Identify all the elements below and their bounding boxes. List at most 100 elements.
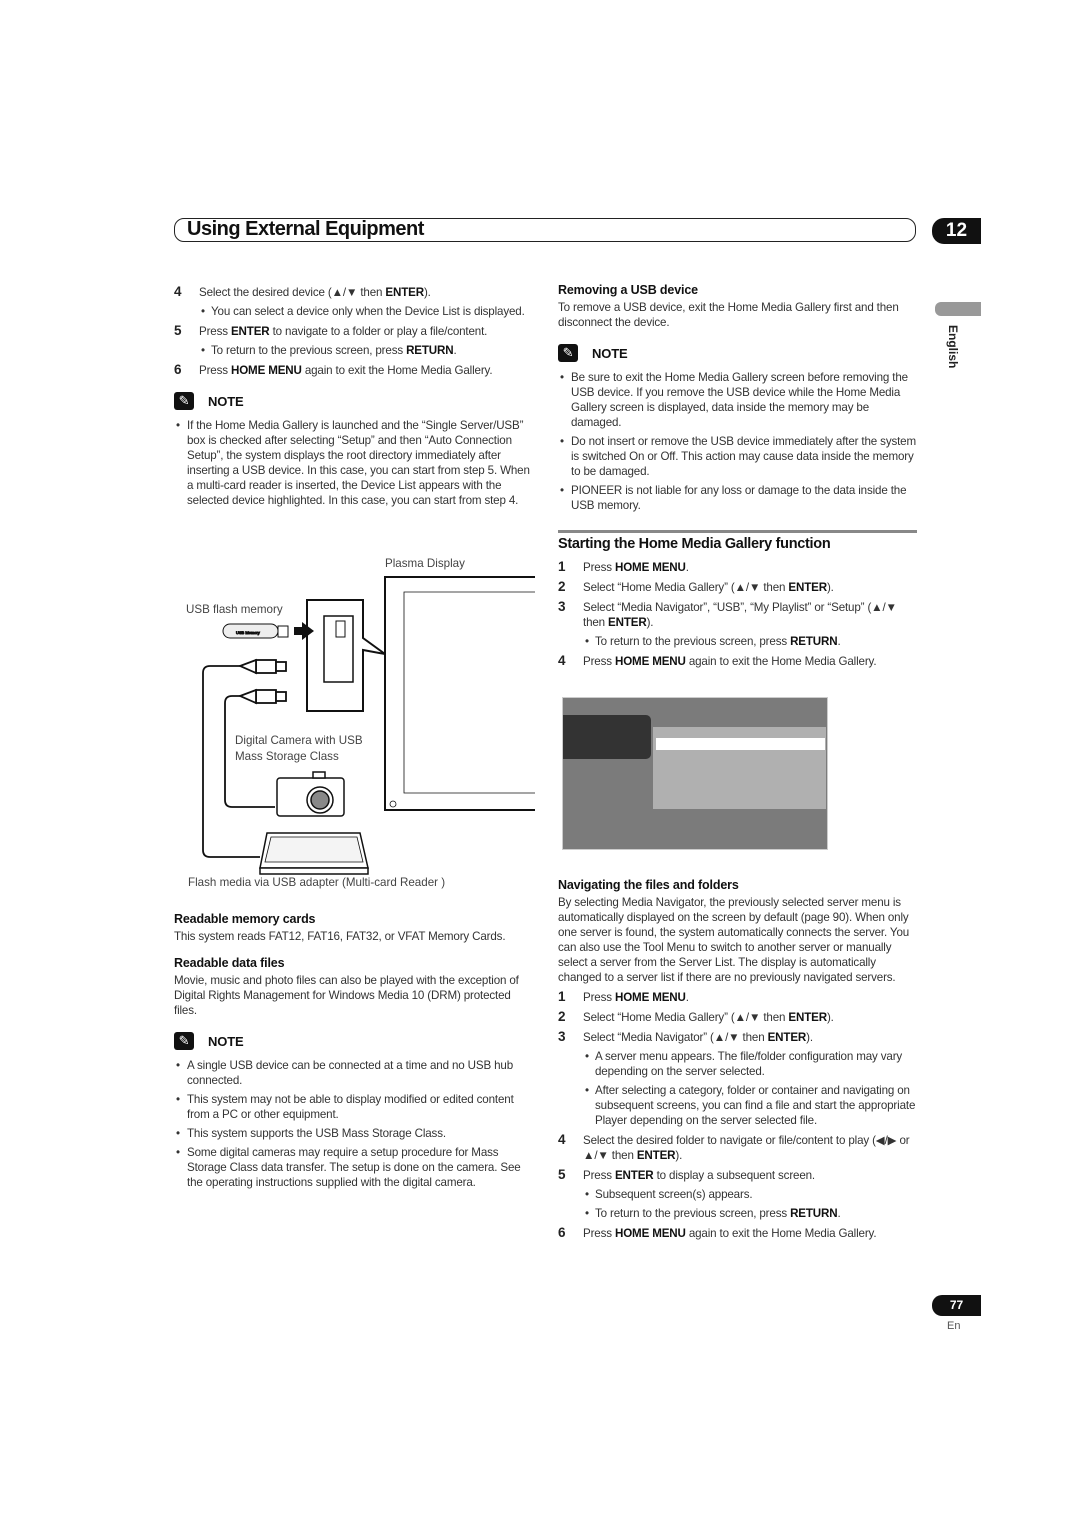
right-column-top: Removing a USB device To remove a USB dev… (558, 271, 918, 517)
bullet-item: After selecting a category, folder or co… (558, 1083, 918, 1128)
step-item: 4 Press HOME MENU again to exit the Home … (558, 653, 918, 669)
chapter-number: 12 (932, 218, 981, 244)
language-label: English (946, 325, 960, 369)
text: To return to the previous screen, press (595, 635, 791, 648)
right-column-bottom: Navigating the files and folders By selec… (558, 866, 918, 1245)
section-divider (558, 530, 917, 533)
text: Select “Media Navigator” (▲/▼ then (583, 1031, 768, 1044)
text: Some digital cameras may require a setup… (187, 1146, 521, 1189)
usb-flash-drive-icon: USB Memory (222, 623, 289, 639)
text: ). (806, 1031, 813, 1044)
subheading: Removing a USB device (558, 283, 918, 298)
text: ). (423, 286, 431, 299)
step-number: 2 (558, 579, 566, 594)
text: Press (583, 1169, 615, 1182)
step-number: 5 (174, 323, 182, 338)
note-pencil-icon: ✎ (174, 1032, 194, 1050)
text: . (837, 635, 841, 648)
key-name: ENTER (614, 1169, 654, 1182)
text: . (453, 344, 457, 357)
step-item: 3 Select “Media Navigator” (▲/▼ then ENTE… (558, 1029, 918, 1045)
usb-memory-stick-label: USB Memory (236, 630, 260, 635)
note-bullet: A single USB device can be connected at … (174, 1058, 535, 1088)
text: If the Home Media Gallery is launched an… (187, 419, 530, 507)
plasma-display-icon (384, 576, 535, 811)
chapter-title: Using External Equipment (187, 218, 424, 240)
key-name: HOME MENU (614, 561, 686, 574)
note-bullet: Some digital cameras may require a setup… (174, 1145, 535, 1190)
note-bullet: Be sure to exit the Home Media Gallery s… (558, 370, 918, 430)
screen-footer-bar (563, 809, 826, 849)
text: again to exit the Home Media Gallery. (301, 364, 493, 377)
key-name: ENTER (767, 1031, 807, 1044)
card-reader-label: Flash media via USB adapter (Multi-card … (188, 876, 446, 889)
note-bullet: Do not insert or remove the USB device i… (558, 434, 918, 479)
left-column-bottom: Readable memory cards This system reads F… (174, 900, 535, 1194)
key-name: HOME MENU (614, 1227, 686, 1240)
note-pencil-icon: ✎ (174, 392, 194, 410)
key-name: ENTER (608, 616, 647, 629)
connection-diagram: Plasma Display USB flash memory Digital … (170, 550, 540, 890)
paragraph: This system reads FAT12, FAT16, FAT32, o… (174, 929, 535, 944)
text: Removing a USB device (558, 283, 698, 297)
key-name: ENTER (788, 1011, 827, 1024)
note-bullet: If the Home Media Gallery is launched an… (174, 418, 535, 508)
step-item: 6 Press HOME MENU again to exit the Home … (558, 1225, 918, 1241)
note-label: NOTE (208, 393, 244, 409)
note-pencil-icon: ✎ (558, 344, 578, 362)
text: Select the desired device (▲/▼ then (199, 286, 386, 299)
text: again to exit the Home Media Gallery. (685, 655, 877, 668)
diagram-illustration: USB Memory (202, 576, 535, 875)
subheading: Readable memory cards (174, 912, 535, 927)
subheading: Readable data files (174, 956, 535, 971)
text: ). (646, 616, 654, 629)
paragraph: Movie, music and photo files can also be… (174, 973, 535, 1018)
note-label: NOTE (208, 1033, 244, 1049)
text: ). (826, 581, 834, 594)
step-item: 5 Press ENTER to display a subsequent scr… (558, 1167, 918, 1183)
text: This system reads FAT12, FAT16, FAT32, o… (174, 930, 506, 943)
text: Press (583, 991, 615, 1004)
text: A single USB device can be connected at … (187, 1059, 513, 1087)
step-number: 1 (558, 989, 566, 1004)
text: This system may not be able to display m… (187, 1093, 514, 1121)
step-number: 1 (558, 559, 566, 574)
page-number: 77 (932, 1295, 981, 1316)
note-label: NOTE (592, 345, 628, 361)
text: again to exit the Home Media Gallery. (685, 1227, 877, 1240)
text: Do not insert or remove the USB device i… (571, 435, 916, 478)
bullet-item: Subsequent screen(s) appears. (558, 1187, 918, 1202)
step-number: 4 (558, 1132, 566, 1147)
section-title: Starting the Home Media Gallery function (558, 536, 831, 552)
key-name: ENTER (385, 286, 424, 299)
text: to display a subsequent screen. (653, 1169, 816, 1182)
text: Press (583, 655, 615, 668)
key-name: ENTER (636, 1149, 676, 1162)
text: To return to the previous screen, press (211, 344, 407, 357)
key-name: HOME MENU (614, 655, 686, 668)
paragraph: By selecting Media Navigator, the previo… (558, 895, 918, 985)
text: To remove a USB device, exit the Home Me… (558, 301, 899, 329)
usb-cable-icon (202, 658, 287, 858)
text: Select the desired folder to navigate or… (583, 1134, 910, 1162)
text: Select “Home Media Gallery” (▲/▼ then (583, 1011, 789, 1024)
step-number: 4 (174, 284, 182, 299)
text: To return to the previous screen, press (595, 1207, 791, 1220)
step-number: 6 (558, 1225, 566, 1240)
text: Subsequent screen(s) appears. (595, 1188, 753, 1201)
step-number: 6 (174, 362, 182, 377)
text: Be sure to exit the Home Media Gallery s… (571, 371, 908, 429)
left-column-top: 4 Select the desired device (▲/▼ then ENT… (174, 280, 535, 512)
text: Readable data files (174, 956, 285, 970)
text: . (685, 561, 689, 574)
text: Navigating the files and folders (558, 878, 739, 892)
usb-port-callout-icon (306, 599, 386, 712)
text: ). (826, 1011, 834, 1024)
right-column-steps: 1 Press HOME MENU. 2 Select “Home Media Gal… (558, 555, 918, 673)
note-bullet: This system supports the USB Mass Storag… (174, 1126, 535, 1141)
note-header: ✎ NOTE (174, 1032, 535, 1050)
home-media-gallery-screen (562, 697, 828, 850)
step-item: 6 Press HOME MENU again to exit the Home … (174, 362, 535, 378)
note-bullet: PIONEER is not liable for any loss or da… (558, 483, 918, 513)
language-code: En (947, 1320, 961, 1332)
